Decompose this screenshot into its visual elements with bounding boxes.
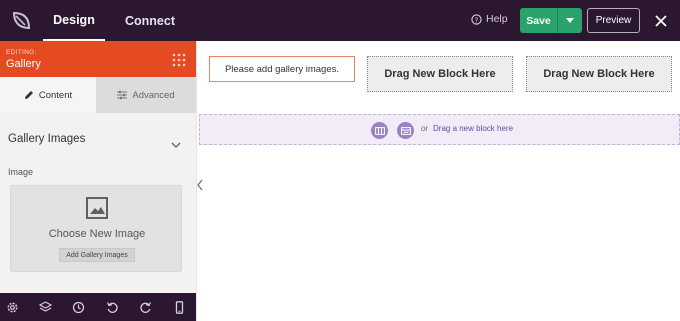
tab-advanced[interactable]: Advanced [96, 77, 196, 113]
section-title-gallery-images[interactable]: Gallery Images [8, 133, 85, 145]
columns-icon[interactable] [371, 122, 388, 139]
editing-title: Gallery [6, 58, 41, 70]
top-bar: Design Connect ? Help Save Preview [0, 0, 680, 41]
image-icon [86, 197, 108, 219]
bottom-toolbar [0, 293, 196, 321]
choose-new-image-label[interactable]: Choose New Image [11, 228, 183, 240]
sidebar: EDITING: Gallery Content Advanced Galler… [0, 41, 196, 321]
canvas-divider [196, 41, 197, 321]
history-icon[interactable] [72, 301, 85, 314]
editing-label: EDITING: [6, 49, 37, 56]
tab-content-label: Content [38, 89, 73, 101]
seedprod-logo-icon[interactable] [8, 8, 34, 34]
preview-button[interactable]: Preview [587, 8, 640, 33]
add-gallery-images-button[interactable]: Add Gallery Images [59, 248, 135, 262]
svg-text:?: ? [475, 15, 479, 24]
drag-block-dropzone[interactable]: Drag New Block Here [526, 56, 672, 92]
save-options-caret-icon[interactable] [557, 8, 582, 33]
pencil-icon [24, 91, 33, 99]
redo-icon[interactable] [139, 301, 152, 314]
chevron-down-icon[interactable] [171, 136, 181, 148]
new-section-dropzone[interactable]: or Drag a new block here [199, 114, 680, 145]
save-button-group: Save [520, 8, 582, 33]
help-label: Help [486, 13, 508, 25]
section-template-icon[interactable] [397, 122, 414, 139]
gear-icon[interactable] [6, 301, 19, 314]
drag-block-dropzone[interactable]: Drag New Block Here [367, 56, 513, 92]
image-uploader[interactable]: Choose New Image Add Gallery Images [10, 185, 182, 272]
tab-advanced-label: Advanced [132, 89, 175, 101]
help-button[interactable]: ? Help [471, 13, 508, 25]
collapse-sidebar-chevron-left-icon[interactable] [196, 178, 204, 192]
tab-design[interactable]: Design [43, 0, 105, 41]
layers-icon[interactable] [38, 301, 53, 314]
undo-icon[interactable] [106, 301, 119, 314]
gallery-placeholder[interactable]: Please add gallery images. [209, 56, 355, 82]
drag-new-block-link[interactable]: Drag a new block here [433, 124, 513, 133]
tab-connect[interactable]: Connect [117, 0, 183, 41]
close-icon[interactable] [652, 12, 670, 30]
editing-header: EDITING: Gallery [0, 41, 196, 77]
mobile-icon[interactable] [173, 301, 186, 314]
help-icon: ? [471, 13, 482, 25]
tab-content[interactable]: Content [0, 77, 96, 113]
sliders-icon [117, 90, 128, 100]
save-button[interactable]: Save [520, 15, 557, 27]
image-label: Image [8, 167, 34, 177]
drop-or-text: or [421, 124, 429, 133]
grid-icon[interactable] [172, 53, 186, 67]
